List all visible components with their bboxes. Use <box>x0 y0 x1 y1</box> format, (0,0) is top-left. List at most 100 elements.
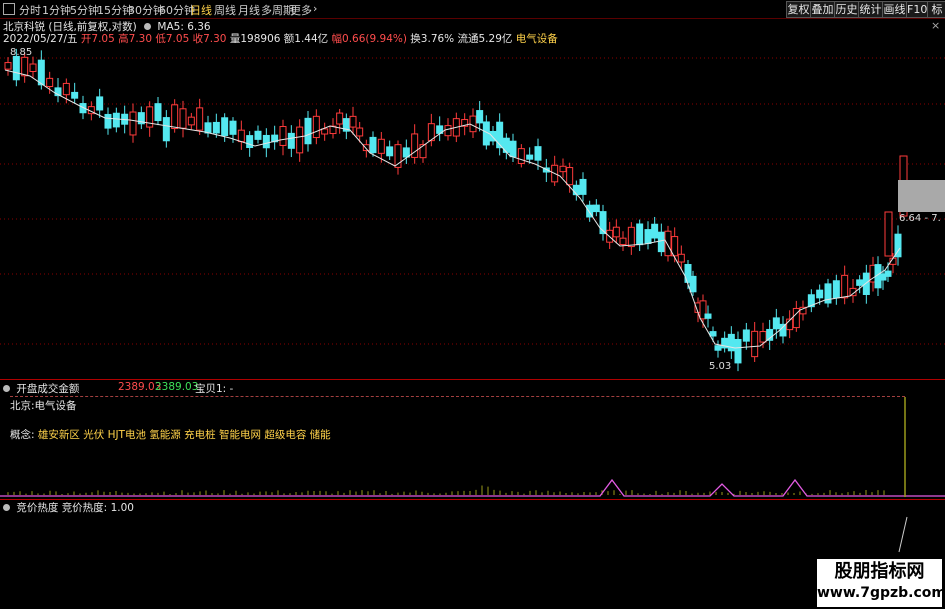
candle <box>779 323 787 337</box>
candle <box>204 122 212 134</box>
candle <box>709 331 717 337</box>
candle <box>476 110 484 124</box>
candle <box>862 272 870 295</box>
candle <box>154 103 162 122</box>
menu-icon[interactable] <box>3 3 15 15</box>
candle <box>237 129 245 143</box>
price-range-label: 6.64 - 7. <box>899 213 941 224</box>
period-5min[interactable]: 5分钟 <box>70 2 99 18</box>
candle <box>619 237 627 246</box>
candle <box>246 135 254 149</box>
watermark-logo: 股朋指标网 www.7gpzb.com <box>817 559 945 607</box>
period-more[interactable]: 更多 <box>290 2 312 18</box>
period-1min[interactable]: 1分钟 <box>42 2 71 18</box>
candle <box>816 289 824 299</box>
close-icon[interactable]: × <box>931 19 940 32</box>
candle <box>677 253 685 263</box>
candle <box>704 313 712 319</box>
period-monthly[interactable]: 月线 <box>238 2 260 18</box>
candle <box>4 62 12 70</box>
ma5-line <box>4 69 901 349</box>
candle <box>37 59 45 86</box>
candle <box>657 231 665 253</box>
candle <box>196 107 204 131</box>
period-daily[interactable]: 日线 <box>190 2 212 18</box>
candle <box>146 106 154 128</box>
heat-line <box>898 516 908 553</box>
candle <box>534 146 542 161</box>
candle <box>386 146 394 157</box>
candle <box>262 134 270 149</box>
candle <box>304 117 312 145</box>
candle <box>651 223 659 239</box>
mark-button[interactable]: 标记 <box>927 1 945 18</box>
candle <box>377 138 385 154</box>
candle <box>612 226 620 238</box>
indicator-line <box>0 478 945 497</box>
panel1-settings-icon[interactable] <box>3 385 10 392</box>
candle <box>832 280 840 299</box>
candle <box>402 147 410 158</box>
price-highlight-box <box>898 180 945 212</box>
heat-indicator-chart[interactable] <box>0 512 945 609</box>
candle <box>751 330 759 358</box>
candle <box>526 154 534 160</box>
candle <box>884 211 893 257</box>
high-mark-label: 8.85 <box>10 47 33 58</box>
stats-button[interactable]: 统计 <box>858 1 883 18</box>
candle <box>279 126 287 146</box>
candle <box>62 82 70 96</box>
candle <box>349 115 357 128</box>
panel2-settings-icon[interactable] <box>3 504 10 511</box>
draw-line-button[interactable]: 画线 <box>882 1 907 18</box>
candle <box>129 111 137 136</box>
amount-indicator-chart[interactable] <box>0 392 945 500</box>
candle <box>689 275 697 293</box>
watermark-title: 股朋指标网 <box>834 561 925 582</box>
candle <box>734 338 742 364</box>
candle <box>566 167 574 186</box>
candle <box>321 128 329 135</box>
candle <box>212 121 220 134</box>
candle <box>636 223 644 246</box>
candle <box>559 165 567 173</box>
candle <box>496 121 504 149</box>
candle <box>841 274 849 299</box>
period-intraday[interactable]: 分时 <box>19 2 41 18</box>
candle <box>592 204 600 213</box>
ma-settings-icon[interactable] <box>144 23 152 30</box>
candle <box>104 113 112 129</box>
restore-right-button[interactable]: 复权 <box>786 1 811 18</box>
watermark-url: www.7gpzb.com <box>817 585 945 601</box>
period-weekly[interactable]: 周线 <box>214 2 236 18</box>
candlestick-chart[interactable] <box>0 44 945 380</box>
candle <box>336 112 344 125</box>
candle <box>112 112 120 128</box>
history-button[interactable]: 历史 <box>834 1 859 18</box>
candle <box>884 270 892 277</box>
candle <box>21 56 29 77</box>
low-mark-label: 5.03 <box>709 361 732 372</box>
candle <box>727 333 735 352</box>
panel1-divider <box>0 379 945 380</box>
candle <box>356 127 364 137</box>
chevron-down-icon[interactable]: › <box>313 2 317 15</box>
candle <box>759 331 767 343</box>
candle <box>171 104 179 130</box>
candle <box>772 317 780 330</box>
overlay-button[interactable]: 叠加 <box>810 1 835 18</box>
panel2-divider <box>0 499 945 500</box>
candle <box>29 63 37 72</box>
candle <box>96 96 104 111</box>
candle <box>444 125 452 137</box>
candle <box>742 329 750 342</box>
candle <box>627 226 635 248</box>
f10-button[interactable]: F10 <box>906 1 928 18</box>
candle <box>469 115 477 133</box>
candle <box>162 117 170 142</box>
candle <box>229 120 237 135</box>
candle <box>187 116 195 126</box>
candle <box>419 144 427 159</box>
candle <box>71 91 79 99</box>
candle <box>179 108 187 129</box>
